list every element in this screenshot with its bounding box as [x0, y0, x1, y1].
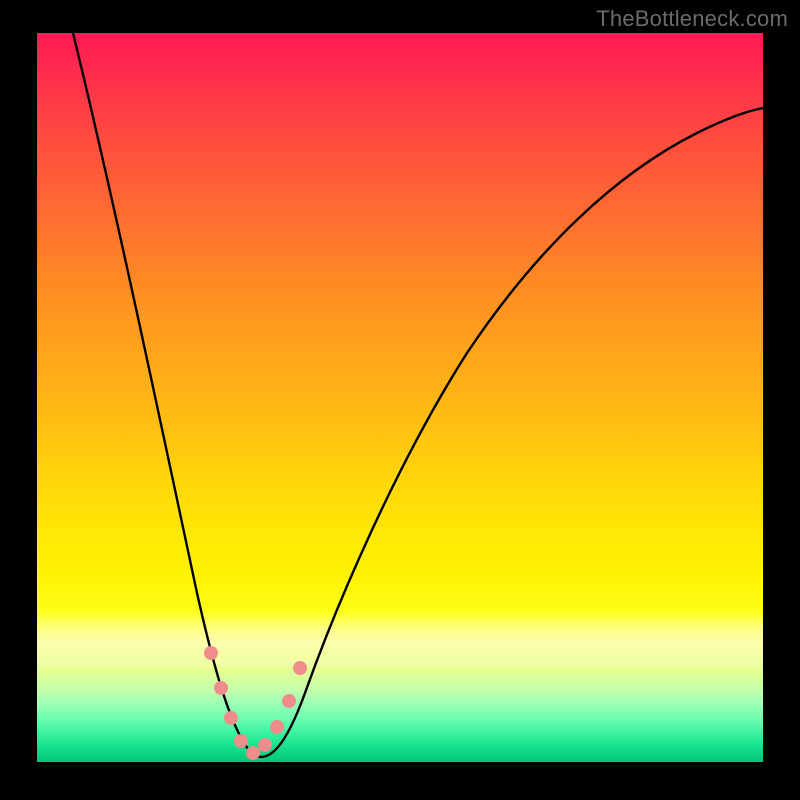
bottleneck-curve-svg	[37, 33, 763, 762]
watermark-text: TheBottleneck.com	[596, 6, 788, 32]
minimum-markers	[204, 646, 307, 760]
bottleneck-curve-path	[73, 33, 763, 757]
chart-frame: TheBottleneck.com	[0, 0, 800, 800]
plot-area	[37, 33, 763, 762]
